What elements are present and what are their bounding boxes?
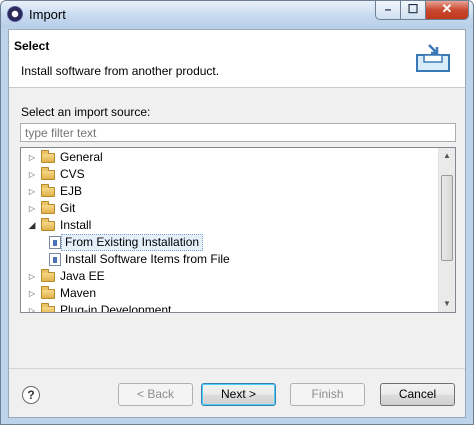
folder-icon bbox=[41, 218, 55, 231]
import-source-label: Select an import source: bbox=[21, 105, 151, 119]
tree-item-label: Plug-in Development bbox=[60, 303, 172, 313]
tree-item[interactable]: ◢ Install bbox=[21, 217, 439, 234]
expand-arrow-icon[interactable]: ▷ bbox=[27, 285, 37, 302]
tree-item-label: Install Software Items from File bbox=[65, 252, 230, 266]
expand-arrow-icon[interactable]: ▷ bbox=[27, 149, 37, 166]
folder-icon bbox=[41, 167, 55, 180]
cancel-button[interactable]: Cancel bbox=[380, 383, 455, 406]
minimize-button[interactable]: – bbox=[375, 1, 401, 20]
scroll-up-icon[interactable]: ▲ bbox=[439, 148, 455, 164]
close-button[interactable]: ✕ bbox=[425, 1, 469, 20]
folder-icon bbox=[41, 286, 55, 299]
import-wizard-icon bbox=[416, 44, 450, 72]
tree-item-label: Java EE bbox=[60, 269, 105, 283]
page-description: Install software from another product. bbox=[21, 64, 220, 78]
tree-item-label: CVS bbox=[60, 167, 85, 181]
folder-icon bbox=[41, 303, 55, 312]
expand-arrow-icon[interactable]: ▷ bbox=[27, 302, 37, 312]
wizard-icon bbox=[49, 236, 61, 249]
finish-button[interactable]: Finish bbox=[290, 383, 365, 406]
close-icon: ✕ bbox=[441, 1, 453, 16]
help-icon: ? bbox=[27, 388, 35, 402]
tree-item[interactable]: ▷ CVS bbox=[21, 166, 439, 183]
tree-item[interactable]: ▷ General bbox=[21, 149, 439, 166]
expand-arrow-icon[interactable]: ▷ bbox=[27, 166, 37, 183]
minimize-icon: – bbox=[384, 2, 392, 16]
tree-item[interactable]: ▷ Maven bbox=[21, 285, 439, 302]
help-button[interactable]: ? bbox=[22, 386, 40, 404]
folder-icon bbox=[41, 201, 55, 214]
back-button[interactable]: < Back bbox=[118, 383, 193, 406]
dialog-client-area: Select Install software from another pro… bbox=[8, 29, 466, 418]
tree-item[interactable]: ▷ Plug-in Development bbox=[21, 302, 439, 313]
import-dialog: Import – ☐ ✕ Select Install software fro… bbox=[0, 0, 474, 425]
tree-item-label: Install bbox=[60, 218, 92, 232]
import-source-tree[interactable]: ▷ General ▷ CVS ▷ EJB ▷ Git ◢ Install From Existin… bbox=[20, 147, 456, 313]
folder-icon bbox=[41, 269, 55, 282]
tree-item-label: From Existing Installation bbox=[61, 234, 204, 251]
tree-item[interactable]: ▷ EJB bbox=[21, 183, 439, 200]
tree-item-label: Git bbox=[60, 201, 76, 215]
filter-input[interactable] bbox=[20, 123, 456, 142]
wizard-header: Select Install software from another pro… bbox=[9, 30, 465, 88]
tree-item[interactable]: ▷ Java EE bbox=[21, 268, 439, 285]
tree-item[interactable]: ▷ Git bbox=[21, 200, 439, 217]
window-controls: – ☐ ✕ bbox=[375, 1, 469, 20]
title-bar[interactable]: Import – ☐ ✕ bbox=[1, 1, 473, 28]
tree-item-label: EJB bbox=[60, 184, 83, 198]
maximize-button[interactable]: ☐ bbox=[400, 1, 426, 20]
maximize-icon: ☐ bbox=[407, 2, 419, 16]
footer-divider bbox=[9, 368, 465, 369]
scroll-down-icon[interactable]: ▼ bbox=[439, 296, 455, 312]
folder-icon bbox=[41, 184, 55, 197]
expand-arrow-icon[interactable]: ▷ bbox=[27, 183, 37, 200]
expand-arrow-icon[interactable]: ▷ bbox=[27, 268, 37, 285]
scrollbar-thumb[interactable] bbox=[441, 175, 453, 261]
tree-item[interactable]: Install Software Items from File bbox=[21, 251, 439, 268]
page-title: Select bbox=[14, 39, 50, 53]
tree-list: ▷ General ▷ CVS ▷ EJB ▷ Git ◢ Install From Existin… bbox=[21, 149, 439, 313]
folder-icon bbox=[41, 150, 55, 163]
collapse-arrow-icon[interactable]: ◢ bbox=[27, 217, 37, 234]
tree-scrollbar[interactable]: ▲ ▼ bbox=[438, 148, 455, 312]
window-title: Import bbox=[29, 7, 66, 22]
tree-item-label: General bbox=[60, 150, 103, 164]
eclipse-icon bbox=[7, 6, 23, 22]
tree-item[interactable]: From Existing Installation bbox=[21, 234, 439, 251]
next-button[interactable]: Next > bbox=[201, 383, 276, 406]
tree-item-label: Maven bbox=[60, 286, 97, 300]
wizard-icon bbox=[49, 253, 61, 266]
expand-arrow-icon[interactable]: ▷ bbox=[27, 200, 37, 217]
